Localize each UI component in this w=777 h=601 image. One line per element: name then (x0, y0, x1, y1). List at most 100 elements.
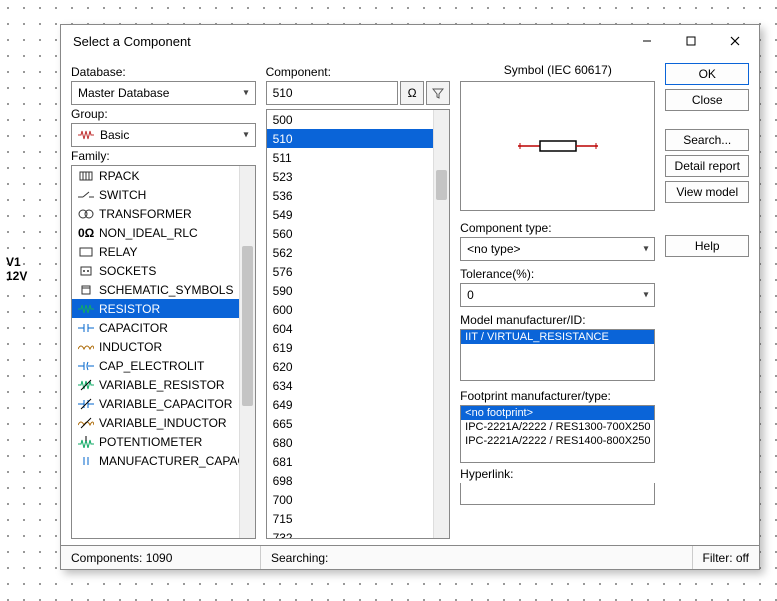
family-item-cap_electrolit[interactable]: CAP_ELECTROLIT (72, 356, 255, 375)
status-components: Components: 1090 (61, 546, 261, 569)
resistor-symbol-icon (518, 136, 598, 156)
component-scrollbar[interactable] (433, 110, 449, 538)
family-item-label: NON_IDEAL_RLC (99, 226, 198, 240)
component-item[interactable]: 576 (267, 262, 450, 281)
component-item[interactable]: 649 (267, 395, 450, 414)
component-item[interactable]: 698 (267, 471, 450, 490)
component-item[interactable]: 590 (267, 281, 450, 300)
ok-button[interactable]: OK (665, 63, 749, 85)
relay-icon (78, 246, 94, 258)
component-list[interactable]: 5005105115235365495605625765906006046196… (266, 109, 451, 539)
scrollbar-thumb[interactable] (436, 170, 447, 200)
close-window-button[interactable] (713, 27, 757, 55)
scrollbar-thumb[interactable] (242, 246, 253, 406)
component-type-dropdown[interactable]: <no type> ▾ (460, 237, 655, 261)
family-item-variable_inductor[interactable]: VARIABLE_INDUCTOR (72, 413, 255, 432)
inductor-icon (78, 341, 94, 353)
family-item-rpack[interactable]: RPACK (72, 166, 255, 185)
sockets-icon (78, 265, 94, 277)
view-model-button[interactable]: View model (665, 181, 749, 203)
hyperlink-field[interactable] (460, 483, 655, 505)
component-item[interactable]: 536 (267, 186, 450, 205)
unit-ohm-button[interactable]: Ω (400, 81, 424, 105)
pot-icon (78, 436, 94, 448)
component-type-value: <no type> (467, 242, 520, 256)
chevron-down-icon: ▾ (643, 290, 648, 301)
search-button[interactable]: Search... (665, 129, 749, 151)
footprint-item[interactable]: IPC-2221A/2222 / RES1400-800X250 (461, 434, 654, 448)
maximize-button[interactable] (669, 27, 713, 55)
footprint-label: Footprint manufacturer/type: (460, 389, 655, 403)
close-button[interactable]: Close (665, 89, 749, 111)
footprint-item[interactable]: IPC-2221A/2222 / RES1300-700X250 (461, 420, 654, 434)
family-item-label: VARIABLE_CAPACITOR (99, 397, 232, 411)
family-item-variable_capacitor[interactable]: VARIABLE_CAPACITOR (72, 394, 255, 413)
footprint-list[interactable]: <no footprint>IPC-2221A/2222 / RES1300-7… (460, 405, 655, 463)
component-item[interactable]: 680 (267, 433, 450, 452)
family-item-non_ideal_rlc[interactable]: 0Ω1 NON_IDEAL_RLC (72, 223, 255, 242)
component-item[interactable]: 523 (267, 167, 450, 186)
component-item[interactable]: 619 (267, 338, 450, 357)
component-item[interactable]: 700 (267, 490, 450, 509)
family-item-label: CAP_ELECTROLIT (99, 359, 204, 373)
schematic-icon (78, 284, 94, 296)
component-item[interactable]: 500 (267, 110, 450, 129)
family-item-potentiometer[interactable]: POTENTIOMETER (72, 432, 255, 451)
family-scrollbar[interactable] (239, 166, 255, 538)
group-dropdown[interactable]: Basic ▾ (71, 123, 256, 147)
component-item[interactable]: 510 (267, 129, 450, 148)
component-item[interactable]: 562 (267, 243, 450, 262)
component-item[interactable]: 634 (267, 376, 450, 395)
family-item-label: POTENTIOMETER (99, 435, 202, 449)
component-item[interactable]: 732 (267, 528, 450, 538)
component-item[interactable]: 665 (267, 414, 450, 433)
family-item-switch[interactable]: SWITCH (72, 185, 255, 204)
family-item-transformer[interactable]: TRANSFORMER (72, 204, 255, 223)
component-item[interactable]: 600 (267, 300, 450, 319)
tolerance-label: Tolerance(%): (460, 267, 655, 281)
filter-button[interactable] (426, 81, 450, 105)
status-bar: Components: 1090 Searching: Filter: off (61, 545, 759, 569)
tolerance-dropdown[interactable]: 0 ▾ (460, 283, 655, 307)
family-item-variable_resistor[interactable]: VARIABLE_RESISTOR (72, 375, 255, 394)
family-item-resistor[interactable]: RESISTOR (72, 299, 255, 318)
family-item-sockets[interactable]: SOCKETS (72, 261, 255, 280)
transformer-icon (78, 208, 94, 220)
switch-icon (78, 189, 94, 201)
voltage-source-label: V1 12V (6, 255, 27, 283)
family-item-relay[interactable]: RELAY (72, 242, 255, 261)
component-item[interactable]: 604 (267, 319, 450, 338)
component-item[interactable]: 620 (267, 357, 450, 376)
titlebar: Select a Component (61, 25, 759, 57)
capel-icon (78, 360, 94, 372)
family-item-label: SOCKETS (99, 264, 156, 278)
manufacturer-list[interactable]: IIT / VIRTUAL_RESISTANCE (460, 329, 655, 381)
symbol-preview (460, 81, 655, 211)
family-item-inductor[interactable]: INDUCTOR (72, 337, 255, 356)
family-item-label: SCHEMATIC_SYMBOLS (99, 283, 233, 297)
manufacturer-item[interactable]: IIT / VIRTUAL_RESISTANCE (461, 330, 654, 344)
minimize-button[interactable] (625, 27, 669, 55)
family-list[interactable]: RPACKSWITCHTRANSFORMER 0Ω1 NON_IDEAL_RLC RE… (71, 165, 256, 539)
resistor-icon (78, 303, 94, 315)
component-item[interactable]: 715 (267, 509, 450, 528)
component-item[interactable]: 560 (267, 224, 450, 243)
basic-group-icon (78, 129, 94, 141)
component-search-input[interactable]: 510 (266, 81, 399, 105)
status-searching: Searching: (261, 546, 693, 569)
family-item-capacitor[interactable]: CAPACITOR (72, 318, 255, 337)
database-dropdown[interactable]: Master Database ▾ (71, 81, 256, 105)
footprint-item[interactable]: <no footprint> (461, 406, 654, 420)
database-label: Database: (71, 65, 256, 79)
tolerance-value: 0 (467, 288, 474, 302)
component-label: Component: (266, 65, 451, 79)
component-item[interactable]: 549 (267, 205, 450, 224)
family-item-manufacturer_capacit[interactable]: MANUFACTURER_CAPACIT (72, 451, 255, 470)
svg-text:0Ω1: 0Ω1 (78, 227, 94, 239)
component-item[interactable]: 681 (267, 452, 450, 471)
help-button[interactable]: Help (665, 235, 749, 257)
detail-report-button[interactable]: Detail report (665, 155, 749, 177)
component-item[interactable]: 511 (267, 148, 450, 167)
family-item-schematic_symbols[interactable]: SCHEMATIC_SYMBOLS (72, 280, 255, 299)
family-item-label: RESISTOR (99, 302, 160, 316)
